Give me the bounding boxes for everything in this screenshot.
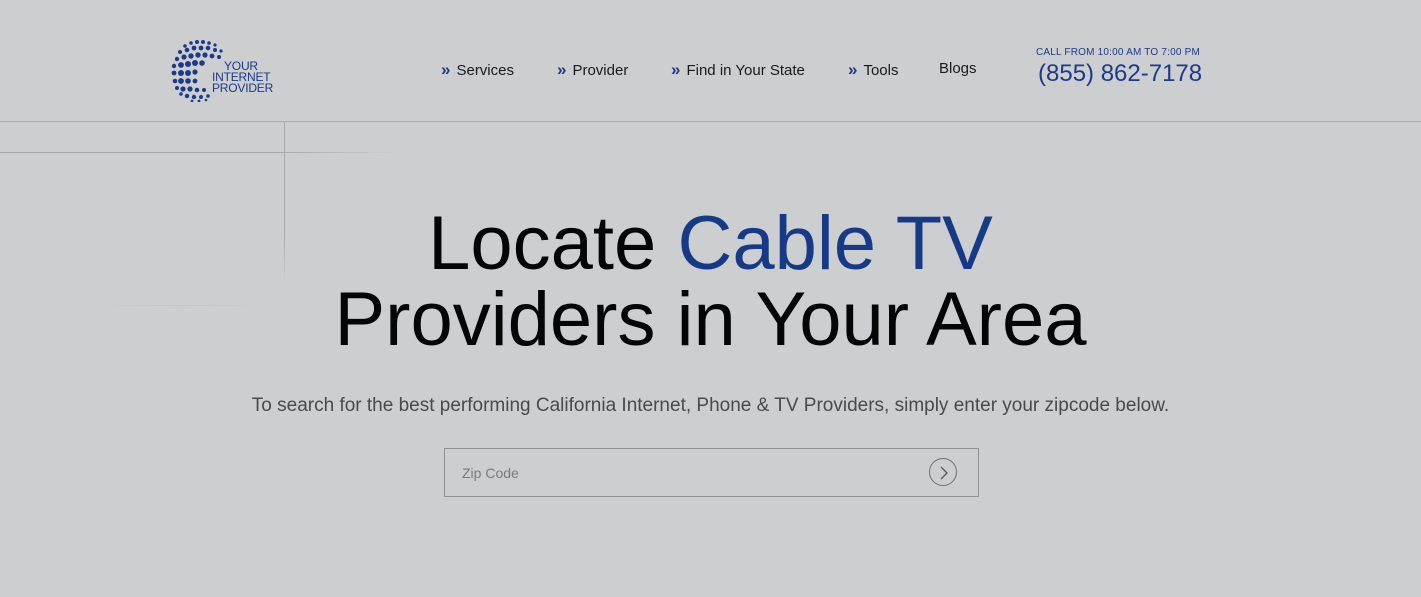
hero-title-accent: Cable TV <box>677 201 993 286</box>
nav-item-label: Provider <box>572 62 629 79</box>
logo-line-3: PROVIDER <box>212 81 274 95</box>
phone-number-link[interactable]: (855) 862-7178 <box>1038 60 1202 88</box>
site-logo[interactable]: YOUR INTERNET PROVIDER <box>170 38 280 104</box>
decorative-line <box>0 152 400 153</box>
site-header: YOUR INTERNET PROVIDER » Services » Provid… <box>0 0 1421 122</box>
double-chevron-right-icon: » <box>848 60 858 79</box>
zip-code-input[interactable] <box>445 449 915 496</box>
double-chevron-right-icon: » <box>557 60 567 79</box>
nav-item-blogs[interactable]: Blogs <box>939 60 977 77</box>
call-hours: CALL FROM 10:00 AM TO 7:00 PM <box>1036 47 1201 58</box>
nav-item-label: Services <box>456 62 514 79</box>
nav-item-find-in-your-state[interactable]: » Find in Your State <box>671 60 805 80</box>
nav-item-label: Find in Your State <box>686 62 805 79</box>
nav-item-services[interactable]: » Services <box>441 60 514 80</box>
hero-title: Locate Cable TV Providers in Your Area <box>0 206 1421 358</box>
hero-title-line-1: Locate Cable TV <box>0 206 1421 282</box>
logo-wordmark: YOUR INTERNET PROVIDER <box>212 60 274 95</box>
double-chevron-right-icon: » <box>671 60 681 79</box>
nav-item-label: Blogs <box>939 60 977 77</box>
zip-search-form <box>444 448 979 497</box>
page: YOUR INTERNET PROVIDER » Services » Provid… <box>0 0 1421 597</box>
hero-subtitle: To search for the best performing Califo… <box>251 395 1170 416</box>
hero-title-line-2: Providers in Your Area <box>334 277 1087 362</box>
nav-item-tools[interactable]: » Tools <box>848 60 899 80</box>
nav-item-label: Tools <box>863 62 899 79</box>
zip-submit-button[interactable] <box>929 458 957 486</box>
nav-item-provider[interactable]: » Provider <box>557 60 628 80</box>
hero-title-prefix: Locate <box>428 201 678 286</box>
double-chevron-right-icon: » <box>441 60 451 79</box>
chevron-right-icon <box>940 466 948 480</box>
